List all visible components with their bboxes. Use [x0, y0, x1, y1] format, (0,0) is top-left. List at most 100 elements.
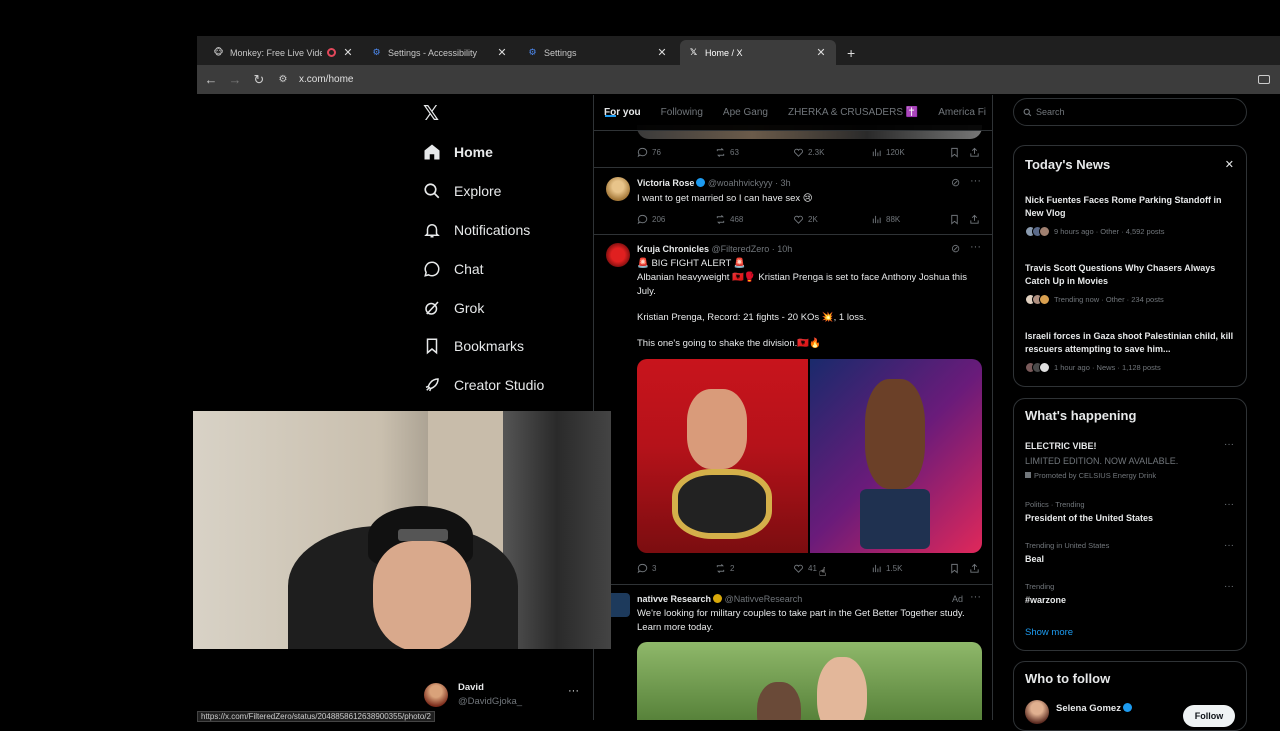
ad-label: Ad: [952, 594, 964, 604]
verified-badge-icon: [696, 178, 706, 187]
cast-icon[interactable]: [1258, 75, 1270, 84]
bookmark-button[interactable]: [949, 147, 960, 158]
repost-icon: [716, 564, 725, 573]
share-button[interactable]: [969, 563, 980, 574]
post-time[interactable]: · 10h: [772, 244, 793, 254]
more-icon[interactable]: ···: [1224, 499, 1234, 510]
news-item-meta: 1 hour ago · News · 1,128 posts: [1025, 362, 1161, 373]
follow-button[interactable]: Follow: [1183, 705, 1235, 727]
back-arrow-icon[interactable]: ←: [199, 72, 223, 87]
more-icon[interactable]: ···: [970, 591, 981, 603]
tweet[interactable]: Victoria Rose @woahhvickyyy · 3h ⊘ ··· I…: [594, 168, 992, 235]
like-button[interactable]: 41: [793, 563, 817, 574]
close-tab-icon[interactable]: ✕: [655, 46, 669, 59]
post-media[interactable]: [637, 359, 982, 553]
tweet[interactable]: Kruja Chronicles @FilteredZero · 10h ⊘ ·…: [594, 235, 992, 585]
promo-title[interactable]: ELECTRIC VIBE!: [1025, 441, 1097, 451]
views-icon: [872, 148, 881, 157]
author-name[interactable]: Victoria Rose: [637, 178, 694, 188]
more-icon[interactable]: ···: [970, 175, 981, 187]
close-tab-icon[interactable]: ✕: [814, 46, 828, 59]
news-item-title[interactable]: Travis Scott Questions Why Chasers Alway…: [1025, 262, 1240, 288]
close-tab-icon[interactable]: ✕: [495, 46, 509, 59]
more-icon[interactable]: ···: [1224, 439, 1234, 450]
avatar[interactable]: [606, 243, 630, 267]
tab-ape-gang[interactable]: Ape Gang: [713, 107, 778, 118]
bookmark-button[interactable]: [949, 214, 960, 225]
views-button[interactable]: 120K: [871, 147, 905, 158]
sidebar-item-explore[interactable]: Explore: [422, 176, 501, 206]
views-button[interactable]: 88K: [871, 214, 900, 225]
tab-for-you[interactable]: For you: [594, 107, 651, 118]
browser-tab-settings[interactable]: ⚙ Settings ✕: [519, 40, 677, 65]
author-name[interactable]: nativve Research: [637, 594, 711, 604]
post-time[interactable]: · 3h: [775, 178, 791, 188]
search-input[interactable]: Search: [1013, 98, 1247, 126]
account-switcher[interactable]: David @DavidGjoka_ ···: [422, 680, 582, 712]
close-icon[interactable]: ✕: [1225, 158, 1234, 171]
browser-tab-settings-accessibility[interactable]: ⚙ Settings - Accessibility ✕: [363, 40, 517, 65]
trend-title[interactable]: President of the United States: [1025, 513, 1153, 523]
show-more-link[interactable]: Show more: [1025, 627, 1073, 638]
news-item-meta: 9 hours ago · Other · 4,592 posts: [1025, 226, 1164, 237]
post-photo[interactable]: [637, 359, 808, 553]
author-name[interactable]: Kruja Chronicles: [637, 244, 709, 254]
author-handle[interactable]: @NativveResearch: [725, 594, 803, 604]
trend-title[interactable]: #warzone: [1025, 595, 1066, 605]
tweet-header: Kruja Chronicles @FilteredZero · 10h: [637, 244, 792, 254]
browser-toolbar: ← → ↻ ⚙ x.com/home: [197, 65, 1280, 94]
grok-icon[interactable]: ⊘: [951, 176, 960, 189]
tab-following[interactable]: Following: [651, 107, 713, 118]
repost-button[interactable]: 2: [715, 563, 734, 574]
forward-arrow-icon[interactable]: →: [223, 72, 247, 87]
sidebar-item-home[interactable]: Home: [422, 137, 493, 167]
browser-tab-home-x[interactable]: 𝕏 Home / X ✕: [680, 40, 836, 65]
new-tab-button[interactable]: +: [839, 40, 861, 65]
tab-zherka-crusaders[interactable]: ZHERKA & CRUSADERS ✝️: [778, 107, 928, 118]
avatar[interactable]: [1025, 700, 1049, 724]
x-logo-icon[interactable]: 𝕏: [423, 101, 439, 126]
sidebar-item-bookmarks[interactable]: Bookmarks: [422, 331, 524, 361]
tweet[interactable]: nativve Research @NativveResearch Ad ···…: [594, 585, 992, 720]
reply-button[interactable]: 76: [637, 147, 661, 158]
views-count: 120K: [886, 148, 905, 157]
sidebar-item-grok[interactable]: Grok: [422, 293, 484, 323]
trend-title[interactable]: Beal: [1025, 554, 1044, 564]
more-icon[interactable]: ···: [1224, 581, 1234, 592]
sidebar-item-label: Bookmarks: [454, 338, 525, 354]
like-button[interactable]: 2K: [793, 214, 818, 225]
author-handle[interactable]: @FilteredZero: [712, 244, 770, 254]
share-button[interactable]: [969, 147, 980, 158]
like-count: 41: [808, 564, 817, 573]
reply-icon: [637, 147, 648, 158]
reply-button[interactable]: 206: [637, 214, 665, 225]
reply-button[interactable]: 3: [637, 563, 656, 574]
repost-button[interactable]: 63: [715, 147, 739, 158]
news-item-title[interactable]: Israeli forces in Gaza shoot Palestinian…: [1025, 330, 1240, 356]
more-icon[interactable]: ···: [568, 685, 579, 697]
suggested-user-name-row[interactable]: Selena Gomez: [1056, 703, 1132, 714]
site-settings-icon[interactable]: ⚙: [271, 74, 295, 85]
sidebar-item-creator-studio[interactable]: Creator Studio: [422, 370, 544, 400]
sidebar-item-chat[interactable]: Chat: [422, 254, 484, 284]
post-photo[interactable]: [810, 359, 982, 553]
post-media[interactable]: [637, 642, 982, 720]
author-handle[interactable]: @woahhvickyyy: [708, 178, 773, 188]
tab-america-fi[interactable]: America Fi: [928, 107, 992, 118]
webcam-overlay: [193, 411, 611, 649]
share-button[interactable]: [969, 214, 980, 225]
address-bar[interactable]: x.com/home: [299, 74, 353, 85]
close-tab-icon[interactable]: ✕: [341, 46, 355, 59]
views-button[interactable]: 1.5K: [871, 563, 902, 574]
bookmark-button[interactable]: [949, 563, 960, 574]
reload-icon[interactable]: ↻: [247, 72, 271, 88]
more-icon[interactable]: ···: [1224, 540, 1234, 551]
like-button[interactable]: 2.3K: [793, 147, 824, 158]
grok-icon[interactable]: ⊘: [951, 242, 960, 255]
more-icon[interactable]: ···: [970, 241, 981, 253]
news-item-title[interactable]: Nick Fuentes Faces Rome Parking Standoff…: [1025, 194, 1240, 220]
avatar[interactable]: [606, 177, 630, 201]
browser-tab-monkey[interactable]: 🐵 Monkey: Free Live Video Ch ✕: [205, 40, 363, 65]
sidebar-item-notifications[interactable]: Notifications: [422, 215, 530, 245]
repost-button[interactable]: 468: [715, 214, 743, 225]
